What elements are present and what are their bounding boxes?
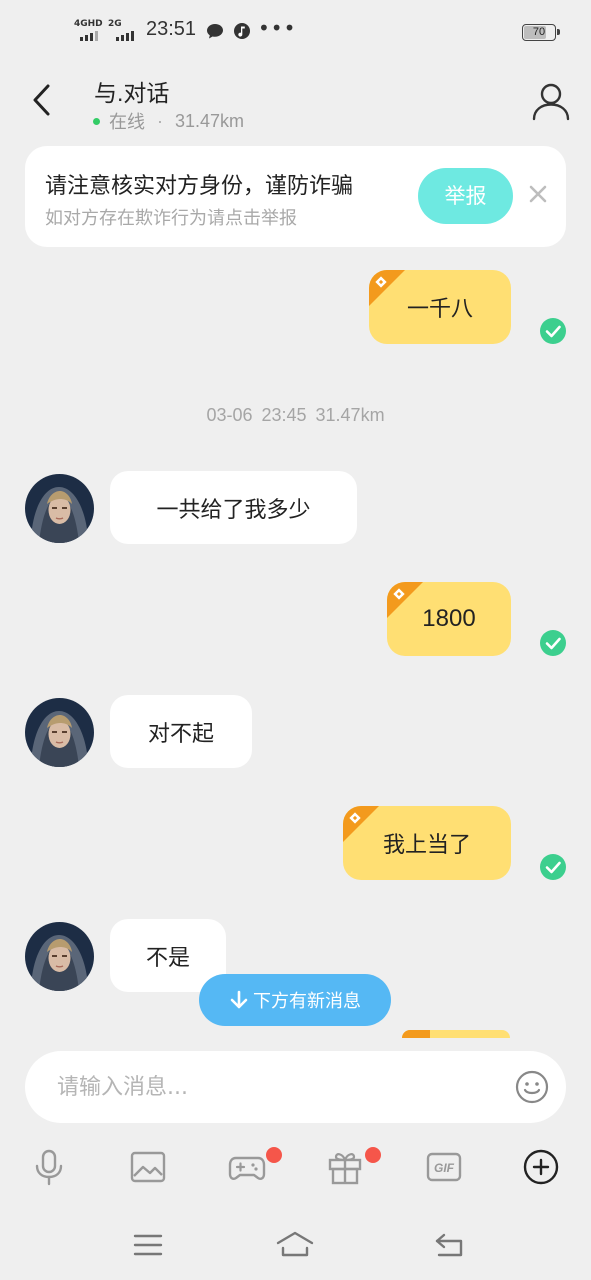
status-bar: 4GHD 2G 23:51 ••• 70 — [0, 0, 591, 62]
message-bubble-theirs[interactable]: 对不起 — [110, 695, 252, 768]
back-button[interactable] — [26, 80, 60, 120]
warning-title: 请注意核实对方身份，谨防诈骗 — [45, 174, 354, 199]
message-text: 对不起 — [147, 721, 214, 747]
home-icon[interactable] — [275, 1226, 315, 1264]
battery-icon: 70 — [522, 24, 560, 41]
plus-icon[interactable] — [521, 1147, 561, 1187]
message-bubble-mine[interactable]: 1800 — [387, 582, 511, 656]
avatar[interactable] — [25, 474, 94, 543]
online-dot-icon — [93, 117, 100, 125]
profile-button[interactable] — [530, 80, 572, 122]
message-text: 一共给了我多少 — [156, 497, 311, 523]
online-status: 在线 — [109, 112, 145, 132]
read-check-icon — [540, 630, 566, 656]
gif-label: GIF — [434, 1161, 455, 1175]
message-input-container — [25, 1051, 566, 1123]
music-notification-icon — [234, 23, 250, 39]
message-text: 1800 — [422, 605, 476, 632]
message-bubble-mine[interactable]: 一千八 — [369, 270, 511, 344]
gift-icon[interactable] — [325, 1147, 365, 1187]
message-text: 不是 — [145, 945, 190, 971]
distance: 31.47km — [175, 110, 245, 131]
bubble-badge-icon — [387, 582, 423, 618]
message-input[interactable] — [57, 1051, 497, 1123]
arrow-down-icon — [230, 990, 248, 1009]
close-warning-button[interactable] — [526, 182, 550, 206]
chat-subtitle: 在线 · 31.47km — [93, 108, 244, 134]
chat-notification-icon — [207, 24, 223, 39]
report-button[interactable]: 举报 — [418, 168, 513, 224]
avatar[interactable] — [25, 698, 94, 767]
game-badge — [266, 1147, 282, 1163]
message-timestamp: 03-06 23:45 31.47km — [206, 405, 385, 425]
back-nav-icon[interactable] — [430, 1226, 470, 1264]
network-4g-label: 4GHD — [74, 19, 103, 29]
gift-badge — [365, 1147, 381, 1163]
new-message-indicator[interactable]: 下方有新消息 — [199, 974, 391, 1026]
separator: · — [157, 110, 163, 131]
gif-icon[interactable]: GIF — [424, 1147, 464, 1187]
warning-subtitle: 如对方存在欺诈行为请点击举报 — [45, 208, 297, 229]
game-icon[interactable] — [227, 1147, 267, 1187]
image-icon[interactable] — [128, 1147, 168, 1187]
signal-4g-icon — [80, 31, 98, 41]
read-check-icon — [540, 318, 566, 344]
avatar[interactable] — [25, 922, 94, 991]
message-bubble-mine[interactable]: 我上当了 — [343, 806, 511, 880]
read-check-icon — [540, 854, 566, 880]
microphone-icon[interactable] — [29, 1147, 69, 1187]
partial-message-bubble — [402, 1030, 510, 1038]
chat-title: 与.对话 — [94, 80, 170, 106]
message-text: 一千八 — [406, 297, 473, 322]
fraud-warning-card: 请注意核实对方身份，谨防诈骗 如对方存在欺诈行为请点击举报 举报 — [25, 146, 566, 247]
message-text: 我上当了 — [382, 833, 471, 858]
message-bubble-theirs[interactable]: 一共给了我多少 — [110, 471, 357, 544]
new-message-label: 下方有新消息 — [253, 991, 361, 1012]
menu-icon[interactable] — [128, 1226, 168, 1264]
bubble-badge-icon — [343, 806, 379, 842]
bubble-badge-icon — [369, 270, 405, 306]
signal-2g-icon — [116, 31, 134, 41]
battery-level: 70 — [532, 26, 546, 38]
status-time: 23:51 — [146, 18, 197, 40]
emoji-button[interactable] — [515, 1070, 549, 1104]
network-2g-label: 2G — [108, 19, 122, 29]
more-notifications: ••• — [258, 16, 297, 40]
